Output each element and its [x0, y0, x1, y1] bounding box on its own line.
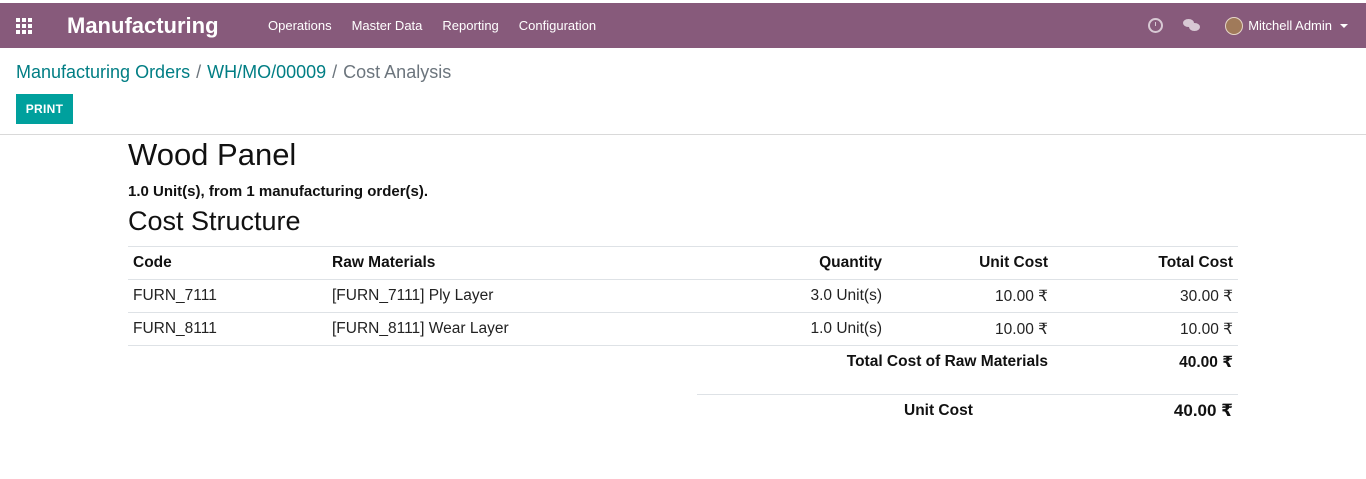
unit-cost-label: Unit Cost [904, 402, 973, 419]
menu-reporting[interactable]: Reporting [432, 3, 508, 48]
column-header-unit-cost: Unit Cost [887, 246, 1053, 280]
control-panel-divider [0, 134, 1366, 135]
breadcrumb-separator: / [196, 62, 202, 82]
cell-unit-cost: 10.00 ₹ [887, 279, 1053, 313]
table-row: FURN_8111 [FURN_8111] Wear Layer 1.0 Uni… [128, 312, 1238, 346]
column-header-quantity: Quantity [737, 246, 887, 280]
cell-quantity: 1.0 Unit(s) [737, 312, 887, 346]
systray: Mitchell Admin [1148, 3, 1348, 48]
product-title: Wood Panel [128, 137, 297, 172]
messaging-chat-icon[interactable] [1183, 18, 1201, 33]
top-navbar: Manufacturing Operations Master Data Rep… [0, 3, 1366, 48]
breadcrumb-separator: / [332, 62, 338, 82]
print-button[interactable]: PRINT [16, 94, 73, 124]
total-raw-materials-value: 40.00 ₹ [1053, 345, 1238, 378]
breadcrumb-manufacturing-orders[interactable]: Manufacturing Orders [16, 62, 190, 82]
total-raw-materials-label: Total Cost of Raw Materials [128, 345, 1053, 378]
report-summary: 1.0 Unit(s), from 1 manufacturing order(… [128, 183, 429, 200]
cost-structure-table: Code Raw Materials Quantity Unit Cost To… [128, 246, 1238, 378]
menu-operations[interactable]: Operations [258, 3, 342, 48]
cell-code: FURN_7111 [128, 279, 327, 313]
breadcrumb-current: Cost Analysis [343, 62, 452, 82]
table-row: FURN_7111 [FURN_7111] Ply Layer 3.0 Unit… [128, 279, 1238, 313]
user-name: Mitchell Admin [1248, 18, 1332, 33]
cell-material[interactable]: [FURN_7111] Ply Layer [327, 279, 737, 313]
caret-down-icon [1340, 23, 1348, 28]
column-header-raw-materials: Raw Materials [327, 246, 737, 280]
cell-material[interactable]: [FURN_8111] Wear Layer [327, 312, 737, 346]
unit-cost-divider [697, 394, 1238, 395]
cell-total-cost: 10.00 ₹ [1053, 312, 1238, 346]
avatar [1225, 16, 1244, 35]
cell-total-cost: 30.00 ₹ [1053, 279, 1238, 313]
breadcrumb-mo-record[interactable]: WH/MO/00009 [207, 62, 326, 82]
user-menu[interactable]: Mitchell Admin [1225, 16, 1348, 35]
total-row: Total Cost of Raw Materials 40.00 ₹ [128, 345, 1238, 378]
section-title: Cost Structure [128, 206, 301, 236]
breadcrumb: Manufacturing Orders / WH/MO/00009/Cost An… [16, 61, 451, 83]
column-header-total-cost: Total Cost [1053, 246, 1238, 280]
activities-clock-icon[interactable] [1148, 18, 1164, 33]
column-header-code: Code [128, 246, 327, 280]
menu-master-data[interactable]: Master Data [342, 3, 433, 48]
cell-code: FURN_8111 [128, 312, 327, 346]
cell-unit-cost: 10.00 ₹ [887, 312, 1053, 346]
cell-quantity: 3.0 Unit(s) [737, 279, 887, 313]
menu-configuration[interactable]: Configuration [509, 3, 606, 48]
unit-cost-value: 40.00 ₹ [1173, 401, 1233, 420]
main-menu: Operations Master Data Reporting Configu… [258, 3, 606, 48]
table-header-row: Code Raw Materials Quantity Unit Cost To… [128, 246, 1238, 280]
app-title[interactable]: Manufacturing [67, 13, 219, 39]
apps-menu-icon[interactable] [16, 18, 34, 34]
